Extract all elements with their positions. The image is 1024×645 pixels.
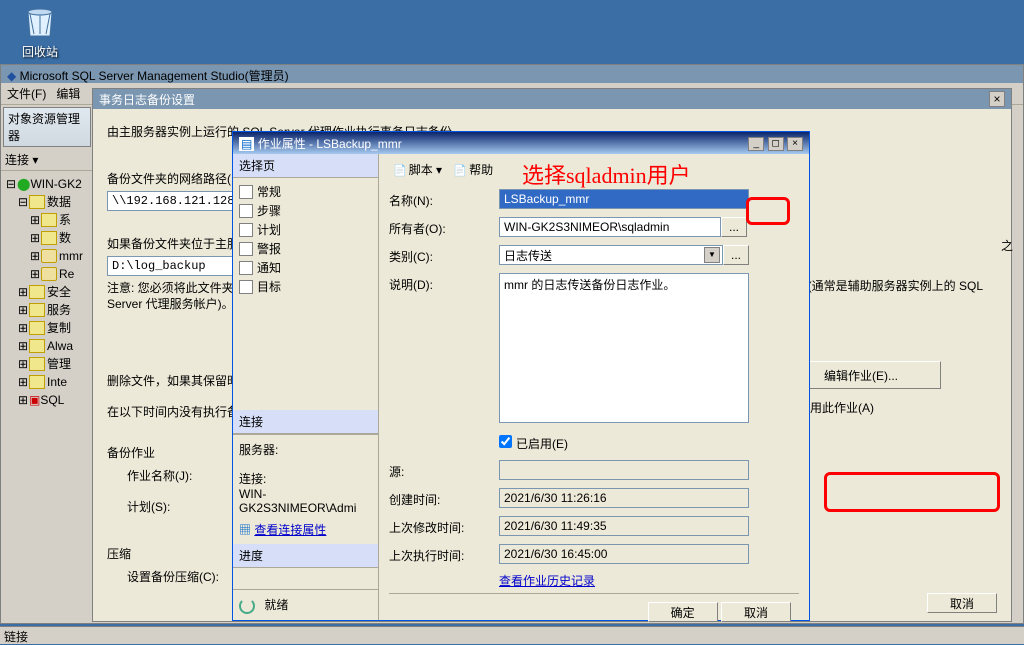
owner-label: 所有者(O):	[389, 217, 499, 237]
conn-conn-value: WIN-GK2S3NIMEOR\Admi	[239, 487, 372, 515]
recycle-bin[interactable]: 回收站	[10, 0, 70, 60]
annotation-text: 选择sqladmin用户	[522, 158, 691, 190]
category-label: 类别(C):	[389, 245, 499, 265]
enabled-label: 已启用(E)	[516, 435, 568, 452]
recycle-bin-label: 回收站	[10, 43, 70, 60]
conn-conn-label: 连接:	[239, 470, 372, 487]
note-right: (通常是辅助服务器实例上的 SQL	[808, 277, 983, 294]
menu-edit[interactable]: 编辑	[56, 87, 80, 101]
modified-value	[499, 516, 749, 536]
connection-header: 连接	[233, 410, 378, 434]
desc-input[interactable]	[499, 273, 749, 423]
ssms-title: ◆ Microsoft SQL Server Management Studio…	[1, 65, 1023, 83]
page-steps[interactable]: 步骤	[237, 201, 374, 220]
page-target[interactable]: 目标	[237, 277, 374, 296]
name-label: 名称(N):	[389, 189, 499, 209]
history-link[interactable]: 查看作业历史记录	[499, 572, 595, 589]
close-icon[interactable]: ×	[787, 137, 803, 151]
page-general[interactable]: 常规	[237, 182, 374, 201]
jobprop-title[interactable]: ▤ 作业属性 - LSBackup_mmr _ ◻ ×	[233, 132, 809, 154]
jobprop-right-panel: 脚本 ▾ 帮助 名称(N): 所有者(O): ... 类别(C): 日志传送 ▼…	[379, 154, 809, 620]
conn-server-label: 服务器:	[239, 441, 372, 458]
lastrun-value	[499, 544, 749, 564]
progress-header: 进度	[233, 544, 378, 568]
owner-browse-button[interactable]: ...	[721, 217, 747, 237]
category-browse-button[interactable]: ...	[723, 245, 749, 265]
script-dropdown[interactable]: 脚本 ▾	[389, 160, 446, 179]
enabled-checkbox[interactable]	[499, 435, 512, 448]
menu-file[interactable]: 文件(F)	[7, 87, 46, 101]
owner-input[interactable]	[499, 217, 721, 237]
page-notify[interactable]: 通知	[237, 258, 374, 277]
statusbar: 链接	[0, 626, 1024, 644]
recycle-bin-icon	[20, 0, 60, 40]
progress-status: 就绪	[264, 598, 288, 612]
category-dropdown[interactable]: 日志传送 ▼	[499, 245, 723, 265]
note-right-2: 之	[1001, 237, 1013, 254]
minimize-icon[interactable]: _	[748, 137, 764, 151]
progress-icon	[239, 598, 255, 614]
cancel-button[interactable]: 取消	[721, 602, 791, 622]
modified-label: 上次修改时间:	[389, 516, 499, 536]
source-label: 源:	[389, 460, 499, 480]
jobprop-left-panel: 选择页 常规 步骤 计划 警报 通知 目标 连接 服务器: 连接: WIN-GK…	[233, 154, 379, 620]
job-properties-dialog: ▤ 作业属性 - LSBackup_mmr _ ◻ × 选择页 常规 步骤 计划…	[232, 131, 810, 621]
page-schedule[interactable]: 计划	[237, 220, 374, 239]
select-page-header: 选择页	[233, 154, 378, 178]
source-value	[499, 460, 749, 480]
name-input[interactable]	[499, 189, 749, 209]
created-label: 创建时间:	[389, 488, 499, 508]
desc-label: 说明(D):	[389, 273, 499, 293]
object-tree[interactable]: ⊟⬤WIN-GK2 ⊟数据 ⊞系 ⊞数 ⊞mmr ⊞Re ⊞安全 ⊞服务 ⊞复制…	[1, 171, 93, 413]
backup-cancel-button[interactable]: 取消	[927, 593, 997, 613]
backup-dlg-title[interactable]: 事务日志备份设置 ×	[93, 89, 1011, 109]
page-alerts[interactable]: 警报	[237, 239, 374, 258]
created-value	[499, 488, 749, 508]
help-button[interactable]: 帮助	[449, 160, 497, 179]
object-explorer-title: 对象资源管理器	[3, 107, 91, 147]
connect-dropdown[interactable]: 连接 ▾	[1, 149, 93, 171]
view-conn-link[interactable]: 查看连接属性	[254, 523, 326, 537]
close-icon[interactable]: ×	[989, 91, 1005, 107]
maximize-icon[interactable]: ◻	[768, 137, 784, 151]
ok-button[interactable]: 确定	[648, 602, 718, 622]
chevron-down-icon: ▼	[704, 247, 720, 263]
lastrun-label: 上次执行时间:	[389, 544, 499, 564]
